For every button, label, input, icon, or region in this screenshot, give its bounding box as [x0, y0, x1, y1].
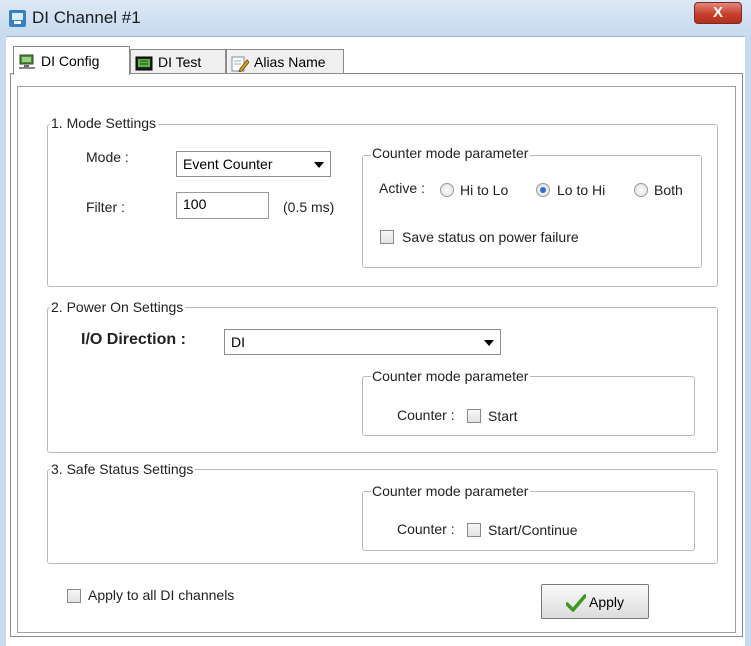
apply-all-checkbox[interactable] [67, 589, 81, 603]
io-direction-value: DI [231, 334, 245, 350]
radio-lo-to-hi-label: Lo to Hi [557, 182, 606, 198]
radio-lo-to-hi[interactable] [536, 183, 550, 197]
app-icon [9, 10, 26, 27]
filter-input[interactable] [177, 193, 263, 212]
counter-start-continue-checkbox[interactable] [467, 523, 481, 537]
close-button[interactable]: X [694, 2, 742, 24]
tab-label: Alias Name [254, 54, 326, 70]
safe-status-settings-legend: 3. Safe Status Settings [50, 461, 196, 477]
apply-button[interactable]: Apply [541, 584, 649, 619]
tab-di-test[interactable]: DI Test [130, 49, 226, 73]
filter-label: Filter : [86, 199, 125, 215]
apply-button-label: Apply [589, 594, 625, 610]
edit-pencil-icon [231, 56, 249, 72]
counter-label: Counter : [397, 407, 455, 423]
save-status-checkbox[interactable] [380, 230, 394, 244]
radio-both-label: Both [654, 182, 683, 198]
checkmark-icon [566, 594, 586, 612]
radio-hi-to-lo[interactable] [440, 183, 454, 197]
counter-param-legend: Counter mode parameter [371, 145, 531, 161]
close-icon: X [712, 4, 723, 21]
mode-select[interactable]: Event Counter [176, 151, 331, 177]
window-frame-left [0, 36, 6, 646]
counter-start-continue-label: Start/Continue [488, 522, 578, 538]
chevron-down-icon [484, 340, 494, 346]
tab-label: DI Test [158, 54, 202, 70]
network-icon [19, 54, 35, 70]
counter-start-label: Start [488, 408, 518, 424]
tab-alias-name[interactable]: Alias Name [226, 49, 344, 73]
mode-select-value: Event Counter [183, 156, 273, 172]
apply-all-label: Apply to all DI channels [88, 587, 235, 603]
mode-label: Mode : [86, 149, 129, 165]
radio-hi-to-lo-label: Hi to Lo [460, 182, 509, 198]
window-frame-right [745, 36, 751, 646]
chevron-down-icon [314, 162, 324, 168]
io-direction-select[interactable]: DI [224, 329, 501, 355]
counter-param-group [362, 155, 702, 268]
filter-field[interactable] [176, 192, 269, 219]
active-label: Active : [379, 180, 425, 196]
counter-start-checkbox[interactable] [467, 409, 481, 423]
tab-label: DI Config [41, 53, 100, 69]
power-on-settings-legend: 2. Power On Settings [50, 299, 186, 315]
title-bar: DI Channel #1 X [0, 0, 751, 37]
radio-both[interactable] [634, 183, 648, 197]
tab-di-config[interactable]: DI Config [13, 46, 130, 75]
counter-param-legend: Counter mode parameter [371, 483, 531, 499]
window-title: DI Channel #1 [32, 8, 141, 27]
io-direction-label: I/O Direction : [81, 331, 186, 348]
counter-param-group [362, 376, 695, 436]
counter-param-legend: Counter mode parameter [371, 368, 531, 384]
counter-label: Counter : [397, 521, 455, 537]
monitor-icon [135, 56, 153, 71]
filter-unit: (0.5 ms) [283, 199, 335, 215]
save-status-label: Save status on power failure [402, 229, 579, 245]
mode-settings-legend: 1. Mode Settings [50, 115, 159, 131]
